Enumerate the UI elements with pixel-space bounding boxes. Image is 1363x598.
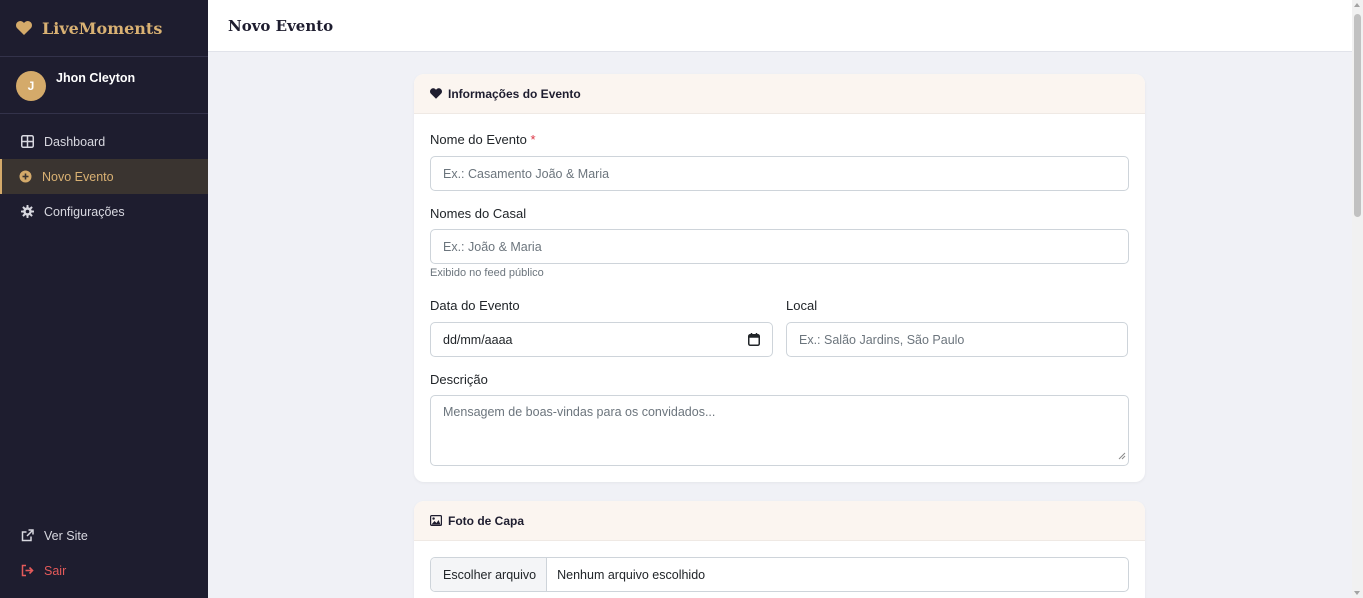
sidebar-item-novo-evento[interactable]: Novo Evento bbox=[0, 159, 208, 194]
plus-circle-icon bbox=[18, 170, 32, 184]
brand[interactable]: LiveMoments bbox=[0, 0, 208, 57]
sidebar-item-label: Novo Evento bbox=[42, 169, 114, 184]
heart-icon bbox=[16, 21, 32, 35]
couple-names-label: Nomes do Casal bbox=[430, 206, 527, 221]
placeholder-text: Ex.: João & Maria bbox=[443, 239, 542, 254]
external-link-icon bbox=[20, 529, 34, 543]
couple-names-input[interactable]: Ex.: João & Maria bbox=[430, 229, 1129, 264]
sidebar-item-label: Ver Site bbox=[44, 528, 88, 543]
gear-icon bbox=[20, 205, 34, 219]
description-textarea[interactable]: Mensagem de boas-vindas para os convidad… bbox=[430, 395, 1129, 466]
sidebar-item-configuracoes[interactable]: Configurações bbox=[0, 194, 208, 229]
card-title: Foto de Capa bbox=[448, 513, 525, 528]
calendar-icon[interactable] bbox=[748, 333, 760, 349]
file-status: Nenhum arquivo escolhido bbox=[557, 567, 706, 582]
event-name-label: Nome do Evento * bbox=[430, 132, 536, 147]
resize-handle-icon[interactable] bbox=[1118, 449, 1126, 463]
location-label: Local bbox=[786, 298, 818, 313]
brand-name: LiveMoments bbox=[42, 18, 163, 38]
logout-icon bbox=[20, 564, 34, 578]
placeholder-text: Ex.: Casamento João & Maria bbox=[443, 166, 610, 181]
scroll-up-icon[interactable] bbox=[1354, 3, 1360, 7]
card-header: Foto de Capa bbox=[414, 501, 1145, 541]
sidebar-item-label: Dashboard bbox=[44, 134, 106, 149]
sidebar-item-ver-site[interactable]: Ver Site bbox=[0, 518, 208, 553]
date-value: dd/mm/aaaa bbox=[443, 332, 513, 347]
sidebar-item-label: Sair bbox=[44, 563, 67, 578]
grid-icon bbox=[20, 135, 34, 149]
required-mark: * bbox=[530, 132, 536, 147]
user-profile: J Jhon Cleyton bbox=[0, 57, 208, 114]
card-body: Nome do Evento * Ex.: Casamento João & M… bbox=[414, 114, 1145, 482]
user-name: Jhon Cleyton bbox=[56, 71, 136, 85]
sidebar-nav: Dashboard Novo Evento Configurações bbox=[0, 124, 208, 229]
couple-names-help: Exibido no feed público bbox=[430, 267, 544, 279]
placeholder-text: Ex.: Salão Jardins, São Paulo bbox=[799, 332, 965, 347]
event-date-label: Data do Evento bbox=[430, 298, 520, 313]
card-title: Informações do Evento bbox=[448, 86, 581, 101]
choose-file-button[interactable]: Escolher arquivo bbox=[431, 558, 548, 591]
event-info-card: Informações do Evento Nome do Evento * E… bbox=[414, 74, 1145, 482]
card-header: Informações do Evento bbox=[414, 74, 1145, 114]
sidebar: LiveMoments J Jhon Cleyton Dashboard Nov… bbox=[0, 0, 208, 598]
scroll-down-icon[interactable] bbox=[1354, 591, 1360, 595]
heart-icon bbox=[430, 88, 442, 99]
page-title: Novo Evento bbox=[228, 16, 334, 35]
placeholder-text: Mensagem de boas-vindas para os convidad… bbox=[443, 405, 716, 419]
cover-file-input[interactable]: Escolher arquivo Nenhum arquivo escolhid… bbox=[430, 557, 1129, 592]
label-text: Nome do Evento bbox=[430, 132, 527, 147]
page-header: Novo Evento bbox=[208, 0, 1352, 52]
image-icon bbox=[430, 515, 442, 526]
sidebar-item-label: Configurações bbox=[44, 204, 125, 219]
sidebar-bottom: Ver Site Sair bbox=[0, 518, 208, 588]
sidebar-item-dashboard[interactable]: Dashboard bbox=[0, 124, 208, 159]
sidebar-item-sair[interactable]: Sair bbox=[0, 553, 208, 588]
card-body: Escolher arquivo Nenhum arquivo escolhid… bbox=[414, 541, 1145, 598]
location-input[interactable]: Ex.: Salão Jardins, São Paulo bbox=[786, 322, 1128, 357]
page-scrollbar[interactable] bbox=[1352, 0, 1363, 598]
description-label: Descrição bbox=[430, 372, 488, 387]
scrollbar-thumb[interactable] bbox=[1354, 14, 1361, 217]
event-date-input[interactable]: dd/mm/aaaa bbox=[430, 322, 773, 357]
cover-photo-card: Foto de Capa Escolher arquivo Nenhum arq… bbox=[414, 501, 1145, 598]
event-name-input[interactable]: Ex.: Casamento João & Maria bbox=[430, 156, 1129, 191]
avatar: J bbox=[16, 71, 46, 101]
